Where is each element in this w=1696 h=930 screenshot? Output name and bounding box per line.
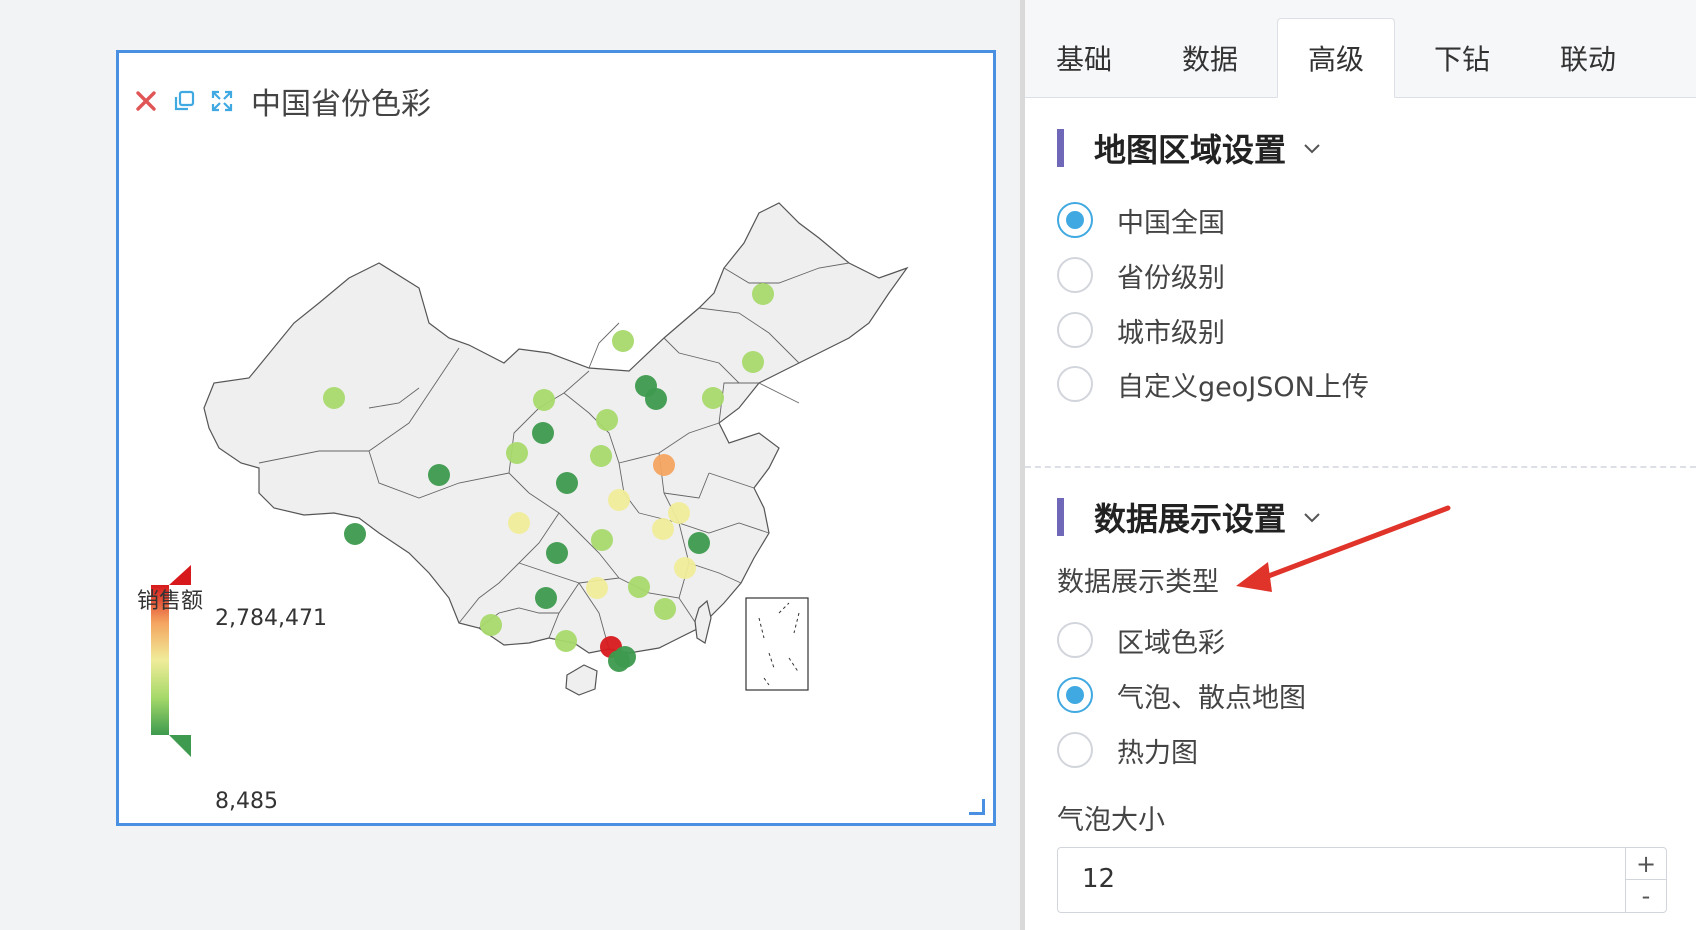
legend-min-value: 8,485 (215, 789, 278, 814)
radio-button[interactable] (1057, 366, 1093, 402)
display-type-label: 数据展示类型 (1057, 567, 1219, 598)
chevron-down-icon[interactable] (1302, 506, 1324, 528)
province-bubble[interactable] (344, 523, 366, 545)
province-bubble[interactable] (480, 614, 502, 636)
province-bubble[interactable] (428, 464, 450, 486)
radio-region-color[interactable]: 区域色彩 (1057, 618, 1225, 662)
tab-basic[interactable]: 基础 (1025, 18, 1143, 98)
radio-bubble-scatter[interactable]: 气泡、散点地图 (1057, 673, 1306, 717)
province-bubble[interactable] (556, 472, 578, 494)
region-section-title: 地图区域设置 (1094, 131, 1287, 169)
province-bubble[interactable] (596, 409, 618, 431)
legend-title: 销售额 (137, 589, 204, 614)
province-bubble[interactable] (535, 587, 557, 609)
province-bubble[interactable] (533, 389, 555, 411)
tab-drilldown[interactable]: 下钻 (1403, 18, 1521, 98)
region-section-header[interactable]: 地图区域设置 (1057, 128, 1324, 169)
copy-icon[interactable] (169, 86, 199, 116)
section-marker (1057, 498, 1064, 536)
decrement-button[interactable]: - (1626, 880, 1666, 912)
province-bubble[interactable] (652, 518, 674, 540)
radio-button[interactable] (1057, 257, 1093, 293)
radio-city[interactable]: 城市级别 (1057, 308, 1225, 352)
radio-label: 气泡、散点地图 (1117, 682, 1306, 714)
radio-button[interactable] (1057, 622, 1093, 658)
section-divider (1025, 466, 1696, 468)
widget-title: 中国省份色彩 (251, 87, 431, 122)
province-bubble[interactable] (546, 542, 568, 564)
increment-button[interactable]: + (1626, 848, 1666, 880)
radio-button[interactable] (1057, 677, 1093, 713)
bubble-size-label: 气泡大小 (1057, 805, 1165, 836)
radio-geojson[interactable]: 自定义geoJSON上传 (1057, 362, 1369, 406)
chevron-down-icon[interactable] (1302, 137, 1324, 159)
close-icon[interactable] (131, 86, 161, 116)
china-map (151, 202, 909, 757)
widget-header: 中国省份色彩 (131, 79, 431, 123)
tab-data[interactable]: 数据 (1151, 18, 1269, 98)
province-bubble[interactable] (645, 388, 667, 410)
radio-label: 自定义geoJSON上传 (1117, 371, 1369, 403)
province-bubble[interactable] (628, 576, 650, 598)
legend-max-value: 2,784,471 (215, 606, 327, 631)
tab-linkage[interactable]: 联动 (1529, 18, 1647, 98)
fullscreen-icon[interactable] (207, 86, 237, 116)
radio-button[interactable] (1057, 312, 1093, 348)
display-section-title: 数据展示设置 (1094, 500, 1287, 538)
tab-advanced[interactable]: 高级 (1277, 18, 1395, 98)
province-bubble[interactable] (608, 489, 630, 511)
legend-max-handle-triangle (169, 565, 191, 585)
radio-label: 城市级别 (1117, 317, 1225, 349)
radio-heatmap[interactable]: 热力图 (1057, 728, 1198, 772)
province-bubble[interactable] (654, 598, 676, 620)
province-bubble[interactable] (702, 387, 724, 409)
province-bubble[interactable] (586, 577, 608, 599)
radio-china[interactable]: 中国全国 (1057, 198, 1225, 242)
province-bubble[interactable] (508, 512, 530, 534)
resize-handle[interactable] (969, 799, 985, 815)
province-bubble[interactable] (506, 442, 528, 464)
province-bubble[interactable] (674, 557, 696, 579)
province-bubble[interactable] (532, 422, 554, 444)
china-outline (203, 202, 909, 654)
radio-label: 热力图 (1117, 737, 1198, 769)
radio-label: 省份级别 (1117, 262, 1225, 294)
bubble-size-value[interactable]: 12 (1082, 864, 1115, 894)
province-bubble[interactable] (612, 330, 634, 352)
province-bubble[interactable] (668, 502, 690, 524)
map-widget[interactable]: 中国省份色彩 销售额 2,784,471 8,485 (116, 50, 996, 826)
province-bubble[interactable] (688, 532, 710, 554)
province-bubble[interactable] (752, 283, 774, 305)
radio-button[interactable] (1057, 202, 1093, 238)
settings-panel: 基础 数据 高级 下钻 联动 地图区域设置 中国全国 省份级别 城市级别 自定义… (1025, 0, 1696, 930)
display-section-header[interactable]: 数据展示设置 (1057, 497, 1324, 538)
dashboard-canvas: 中国省份色彩 销售额 2,784,471 8,485 (0, 0, 1020, 930)
radio-province[interactable]: 省份级别 (1057, 253, 1225, 297)
province-bubble[interactable] (591, 529, 613, 551)
radio-button[interactable] (1057, 732, 1093, 768)
province-bubble[interactable] (653, 454, 675, 476)
settings-tabs: 基础 数据 高级 下钻 联动 (1025, 0, 1696, 98)
province-bubble[interactable] (555, 630, 577, 652)
south-china-sea-inset (745, 597, 809, 691)
legend-min-handle-triangle (169, 735, 191, 757)
radio-label: 区域色彩 (1117, 627, 1225, 659)
radio-label: 中国全国 (1117, 207, 1225, 239)
hainan-island (565, 664, 598, 696)
province-bubble[interactable] (590, 445, 612, 467)
province-bubble[interactable] (742, 351, 764, 373)
province-bubble[interactable] (323, 387, 345, 409)
bubble-size-stepper: + - (1625, 848, 1666, 912)
bubble-size-input[interactable]: 12 + - (1057, 847, 1667, 913)
section-marker (1057, 129, 1064, 167)
province-bubble[interactable] (614, 646, 636, 668)
